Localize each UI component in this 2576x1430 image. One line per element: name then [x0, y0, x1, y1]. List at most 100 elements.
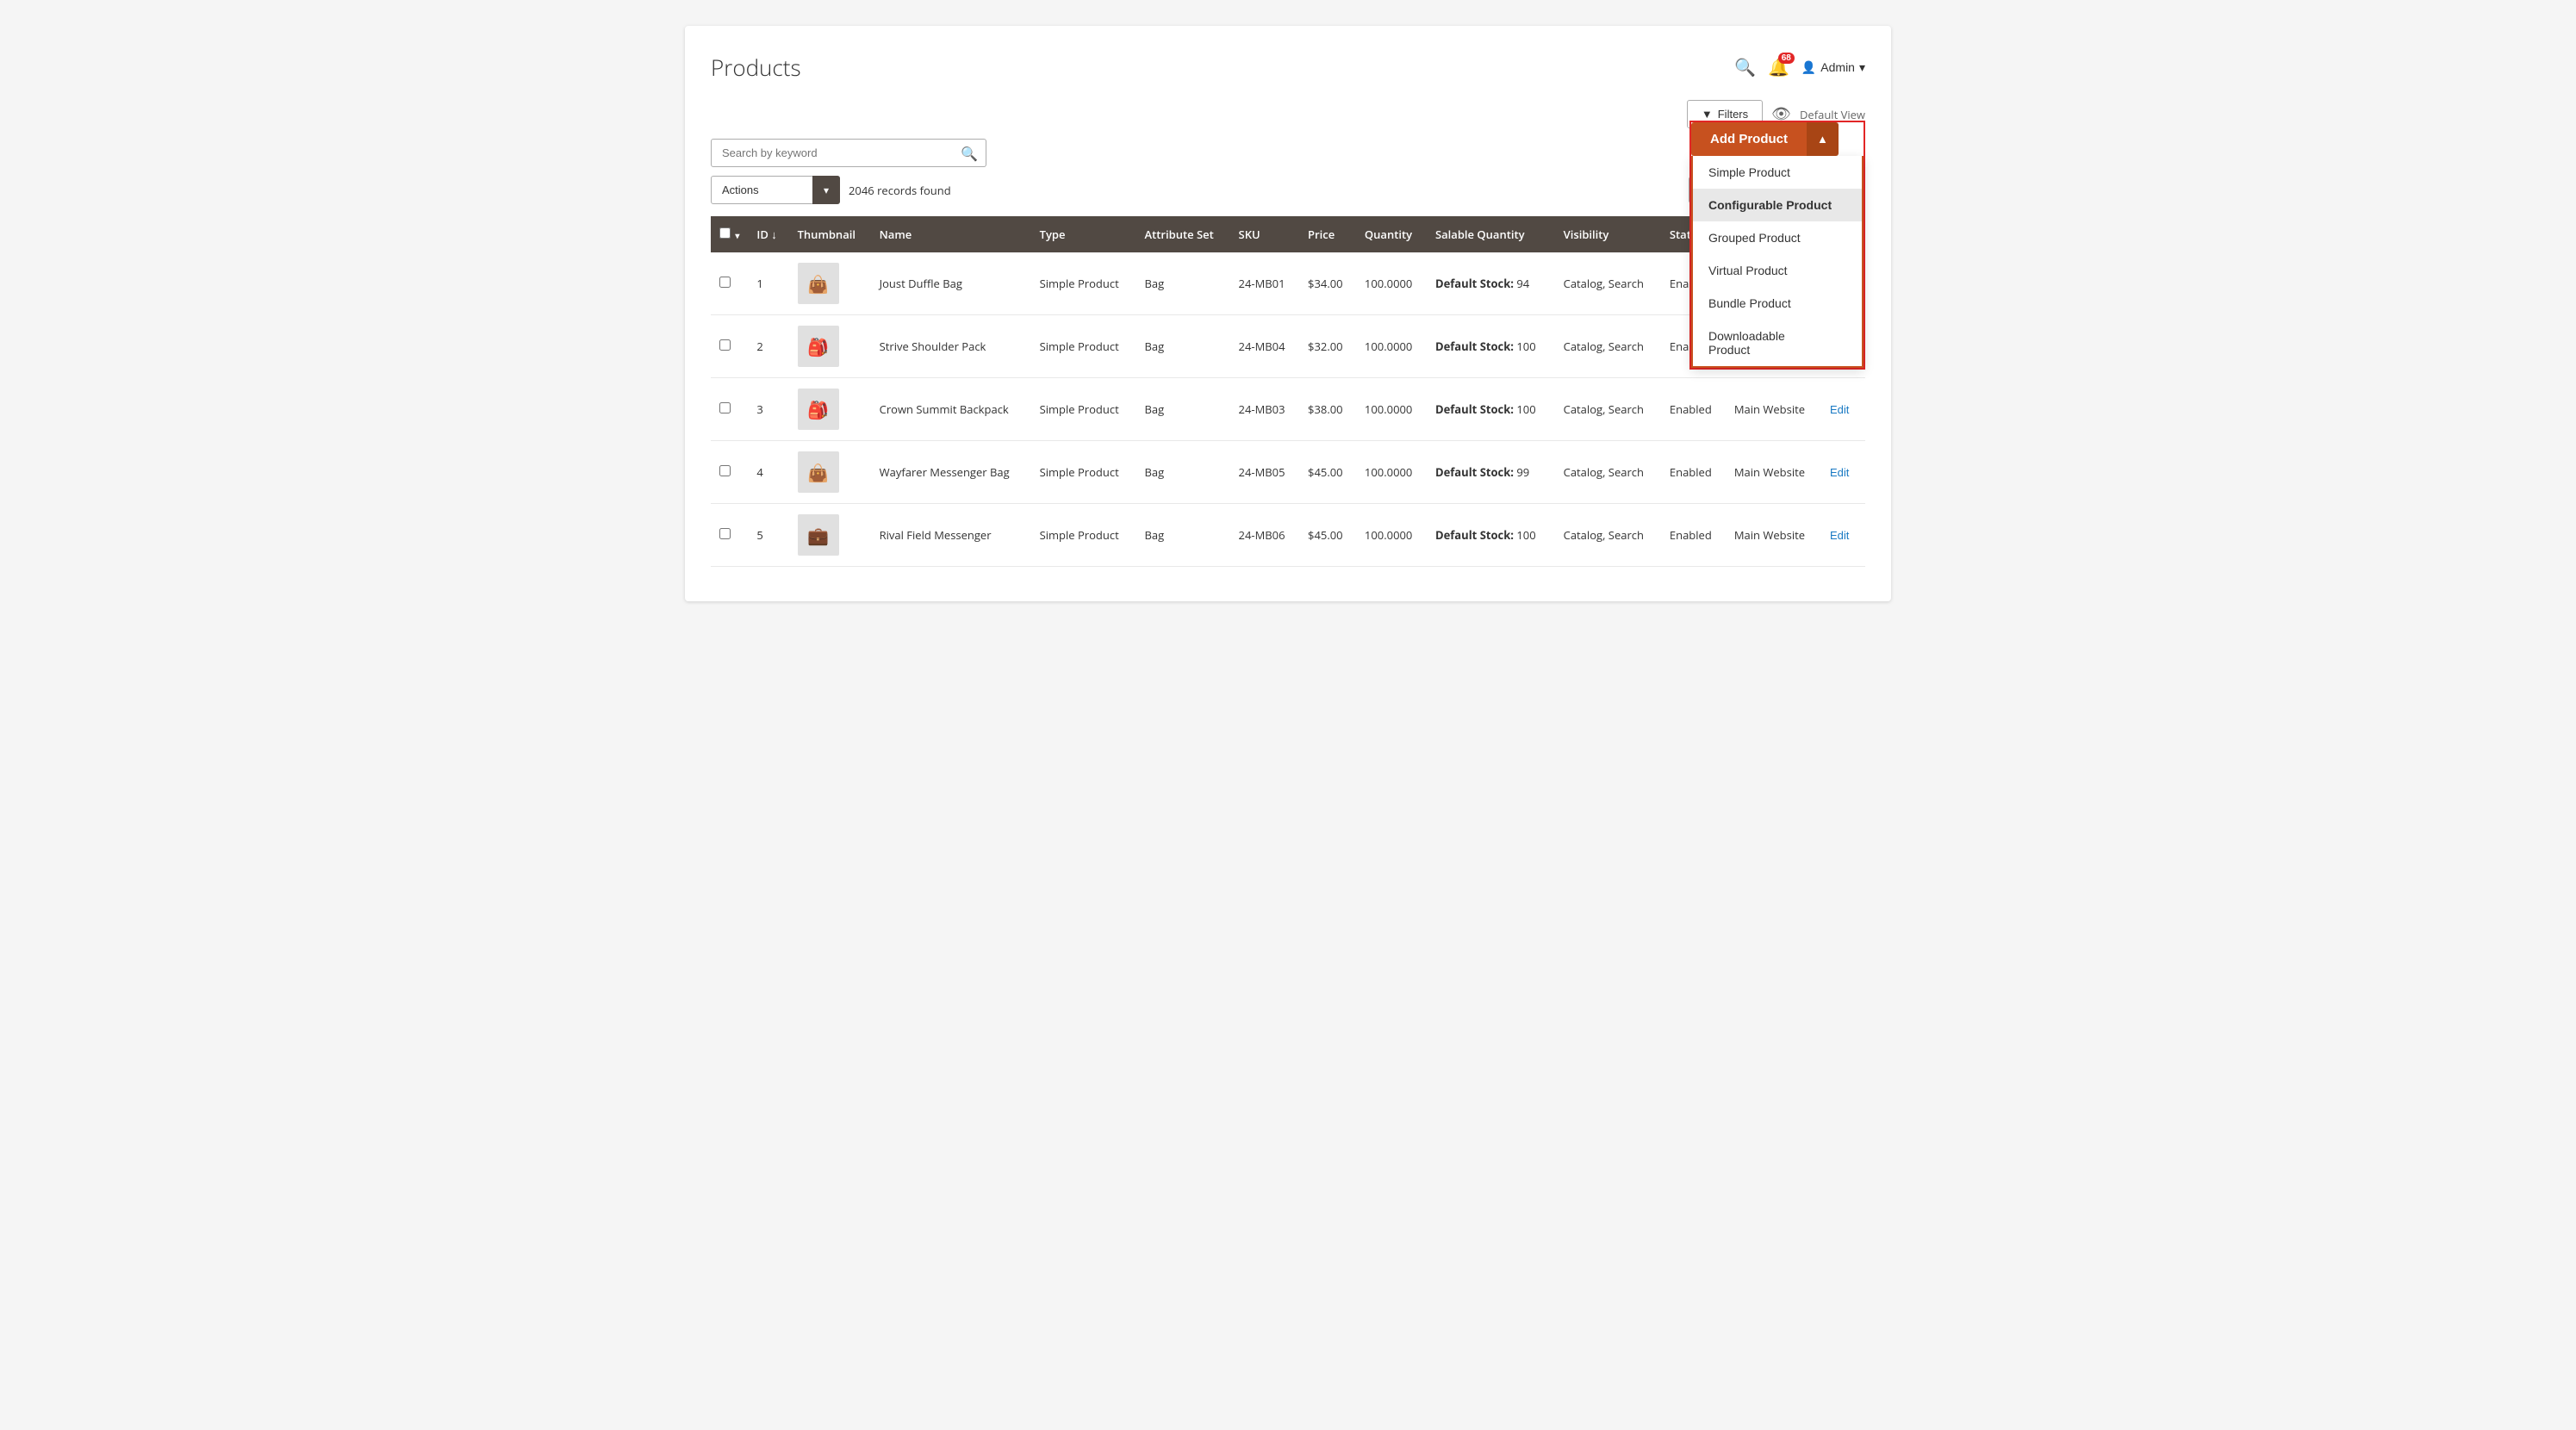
- row-name: Rival Field Messenger: [871, 504, 1031, 567]
- table-row: 3 🎒 Crown Summit Backpack Simple Product…: [711, 378, 1865, 441]
- row-edit-button[interactable]: Edit: [1830, 403, 1849, 416]
- row-type: Simple Product: [1031, 441, 1136, 504]
- add-downloadable-product-item[interactable]: DownloadableProduct: [1693, 320, 1862, 366]
- table-header-id[interactable]: ID ↓: [748, 216, 788, 252]
- row-checkbox[interactable]: [719, 465, 731, 476]
- notification-button[interactable]: 🔔 68: [1768, 57, 1789, 78]
- row-quantity: 100.0000: [1356, 252, 1427, 315]
- page-header: Products 🔍 🔔 68 👤 Admin ▾: [711, 52, 1865, 83]
- product-thumbnail-image: 💼: [798, 514, 839, 556]
- select-all-checkbox[interactable]: [719, 227, 731, 239]
- search-submit-icon[interactable]: 🔍: [961, 144, 978, 163]
- page-title: Products: [711, 52, 801, 83]
- search-input-wrap: 🔍: [711, 139, 986, 167]
- row-checkbox[interactable]: [719, 339, 731, 351]
- add-product-toggle-button[interactable]: ▲: [1807, 122, 1839, 156]
- row-thumbnail: 💼: [789, 504, 871, 567]
- default-view-label: Default View: [1800, 107, 1865, 122]
- row-status: Enabled: [1661, 504, 1726, 567]
- table-header-price[interactable]: Price: [1299, 216, 1356, 252]
- row-visibility: Catalog, Search: [1555, 252, 1661, 315]
- add-product-main-button[interactable]: Add Product: [1691, 122, 1807, 156]
- add-product-btn-row: Add Product ▲: [1691, 122, 1864, 156]
- row-checkbox[interactable]: [719, 402, 731, 413]
- row-action-cell: Edit: [1821, 378, 1865, 441]
- row-price: $34.00: [1299, 252, 1356, 315]
- row-sku: 24-MB01: [1230, 252, 1299, 315]
- add-simple-product-item[interactable]: Simple Product: [1693, 156, 1862, 189]
- add-grouped-product-item[interactable]: Grouped Product: [1693, 221, 1862, 254]
- row-websites: Main Website: [1726, 441, 1821, 504]
- table-header-salable-quantity[interactable]: Salable Quantity: [1427, 216, 1555, 252]
- table-header-attribute-set[interactable]: Attribute Set: [1136, 216, 1230, 252]
- row-id: 1: [748, 252, 788, 315]
- table-row: 4 👜 Wayfarer Messenger Bag Simple Produc…: [711, 441, 1865, 504]
- filter-icon: ▼: [1702, 108, 1713, 121]
- row-quantity: 100.0000: [1356, 378, 1427, 441]
- row-visibility: Catalog, Search: [1555, 504, 1661, 567]
- row-visibility: Catalog, Search: [1555, 441, 1661, 504]
- table-header-quantity[interactable]: Quantity: [1356, 216, 1427, 252]
- row-visibility: Catalog, Search: [1555, 315, 1661, 378]
- actions-select-wrap: Actions Delete Change status Update attr…: [711, 176, 840, 204]
- product-thumbnail-image: 👜: [798, 263, 839, 304]
- filters-label: Filters: [1718, 108, 1748, 121]
- row-status: Enabled: [1661, 378, 1726, 441]
- row-type: Simple Product: [1031, 315, 1136, 378]
- add-virtual-product-item[interactable]: Virtual Product: [1693, 254, 1862, 287]
- row-quantity: 100.0000: [1356, 315, 1427, 378]
- add-bundle-product-item[interactable]: Bundle Product: [1693, 287, 1862, 320]
- row-thumbnail: 🎒: [789, 315, 871, 378]
- row-name: Joust Duffle Bag: [871, 252, 1031, 315]
- row-price: $45.00: [1299, 441, 1356, 504]
- row-sku: 24-MB06: [1230, 504, 1299, 567]
- row-name: Crown Summit Backpack: [871, 378, 1031, 441]
- admin-user-icon: 👤: [1801, 60, 1816, 75]
- row-thumbnail: 👜: [789, 441, 871, 504]
- row-sku: 24-MB03: [1230, 378, 1299, 441]
- header-search-button[interactable]: 🔍: [1734, 57, 1756, 78]
- row-checkbox-cell: [711, 315, 748, 378]
- row-action-cell: Edit: [1821, 504, 1865, 567]
- row-quantity: 100.0000: [1356, 441, 1427, 504]
- admin-label: Admin: [1820, 60, 1855, 74]
- row-action-cell: Edit: [1821, 441, 1865, 504]
- row-attribute-set: Bag: [1136, 441, 1230, 504]
- add-configurable-product-item[interactable]: Configurable Product: [1693, 189, 1862, 221]
- table-header-thumbnail: Thumbnail: [789, 216, 871, 252]
- row-edit-button[interactable]: Edit: [1830, 466, 1849, 479]
- row-salable-quantity: Default Stock: 99: [1427, 441, 1555, 504]
- row-edit-button[interactable]: Edit: [1830, 529, 1849, 542]
- row-websites: Main Website: [1726, 504, 1821, 567]
- product-thumbnail-image: 🎒: [798, 326, 839, 367]
- row-sku: 24-MB05: [1230, 441, 1299, 504]
- row-type: Simple Product: [1031, 504, 1136, 567]
- actions-left: Actions Delete Change status Update attr…: [711, 176, 951, 204]
- admin-button[interactable]: 👤 Admin ▾: [1801, 60, 1865, 75]
- row-checkbox[interactable]: [719, 277, 731, 288]
- actions-select[interactable]: Actions Delete Change status Update attr…: [711, 176, 840, 204]
- row-id: 5: [748, 504, 788, 567]
- row-name: Strive Shoulder Pack: [871, 315, 1031, 378]
- row-id: 2: [748, 315, 788, 378]
- row-price: $38.00: [1299, 378, 1356, 441]
- product-thumbnail-image: 🎒: [798, 389, 839, 430]
- product-thumbnail-image: 👜: [798, 451, 839, 493]
- table-header-visibility[interactable]: Visibility: [1555, 216, 1661, 252]
- add-product-area: Add Product ▲ Simple Product Configurabl…: [1689, 121, 1865, 370]
- table-header-type[interactable]: Type: [1031, 216, 1136, 252]
- row-attribute-set: Bag: [1136, 252, 1230, 315]
- row-id: 3: [748, 378, 788, 441]
- row-id: 4: [748, 441, 788, 504]
- row-sku: 24-MB04: [1230, 315, 1299, 378]
- table-header-name[interactable]: Name: [871, 216, 1031, 252]
- row-thumbnail: 🎒: [789, 378, 871, 441]
- page-wrapper: Products 🔍 🔔 68 👤 Admin ▾ ▼ Filters 👁 De…: [685, 26, 1891, 601]
- row-checkbox-cell: [711, 504, 748, 567]
- row-type: Simple Product: [1031, 252, 1136, 315]
- table-header-sku[interactable]: SKU: [1230, 216, 1299, 252]
- row-checkbox[interactable]: [719, 528, 731, 539]
- select-all-chevron-icon[interactable]: ▾: [735, 229, 739, 241]
- search-input[interactable]: [711, 139, 986, 167]
- row-salable-quantity: Default Stock: 100: [1427, 378, 1555, 441]
